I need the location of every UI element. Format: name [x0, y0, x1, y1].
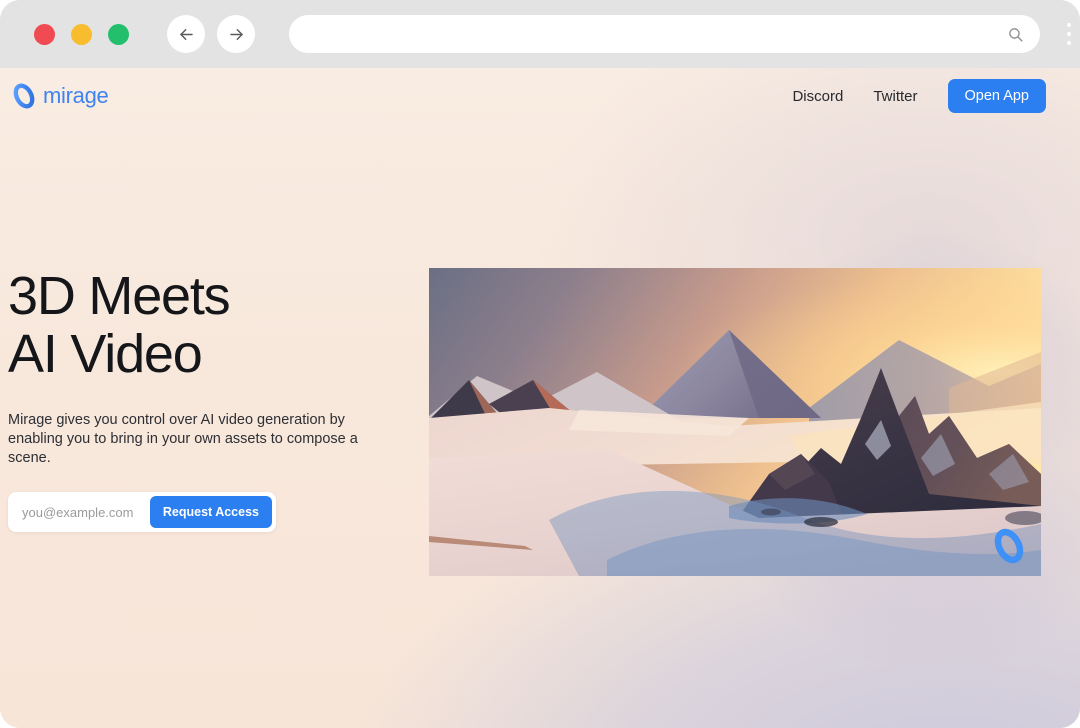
request-access-button[interactable]: Request Access: [149, 496, 272, 528]
nav-link-discord[interactable]: Discord: [792, 88, 843, 105]
browser-menu-button[interactable]: [1058, 23, 1080, 45]
browser-chrome-bar: [0, 0, 1080, 68]
search-icon[interactable]: [1007, 26, 1024, 43]
brand-name: mirage: [43, 83, 109, 108]
webpage-viewport: mirage Discord Twitter Open App 3D Meets…: [0, 68, 1080, 728]
mirage-ring-logo-icon: [12, 82, 36, 110]
page-title: 3D Meets AI Video: [8, 267, 418, 383]
email-field[interactable]: [12, 504, 150, 520]
kebab-dot: [1067, 32, 1072, 36]
hero-copy: 3D Meets AI Video Mirage gives you contr…: [8, 267, 418, 532]
request-access-form: Request Access: [8, 492, 276, 532]
open-app-button[interactable]: Open App: [947, 79, 1046, 113]
close-window-button[interactable]: [34, 23, 55, 45]
hero-watermark-logo: [989, 526, 1029, 566]
minimize-window-button[interactable]: [71, 23, 92, 45]
hero-subtitle: Mirage gives you control over AI video g…: [8, 412, 358, 466]
arrow-left-icon: [177, 25, 196, 44]
site-header: mirage Discord Twitter Open App: [0, 68, 1080, 124]
kebab-dot: [1067, 41, 1072, 45]
arrow-right-icon: [227, 25, 246, 44]
forward-button[interactable]: [217, 15, 255, 53]
brand-logo[interactable]: mirage: [12, 82, 109, 110]
mirage-ring-logo-icon: [992, 526, 1026, 566]
back-button[interactable]: [167, 15, 205, 53]
headline-line-2: AI Video: [8, 324, 203, 384]
maximize-window-button[interactable]: [108, 23, 129, 45]
browser-window: mirage Discord Twitter Open App 3D Meets…: [0, 0, 1080, 728]
kebab-dot: [1067, 23, 1072, 27]
headline-line-1: 3D Meets: [8, 266, 231, 326]
address-bar[interactable]: [289, 15, 1041, 53]
window-controls: [34, 23, 129, 45]
hero-image: [429, 268, 1041, 576]
browser-navigation: [167, 15, 255, 53]
nav-link-twitter[interactable]: Twitter: [873, 88, 917, 105]
mountain-sunset-illustration: [429, 268, 1041, 576]
header-nav: Discord Twitter Open App: [792, 79, 1046, 113]
